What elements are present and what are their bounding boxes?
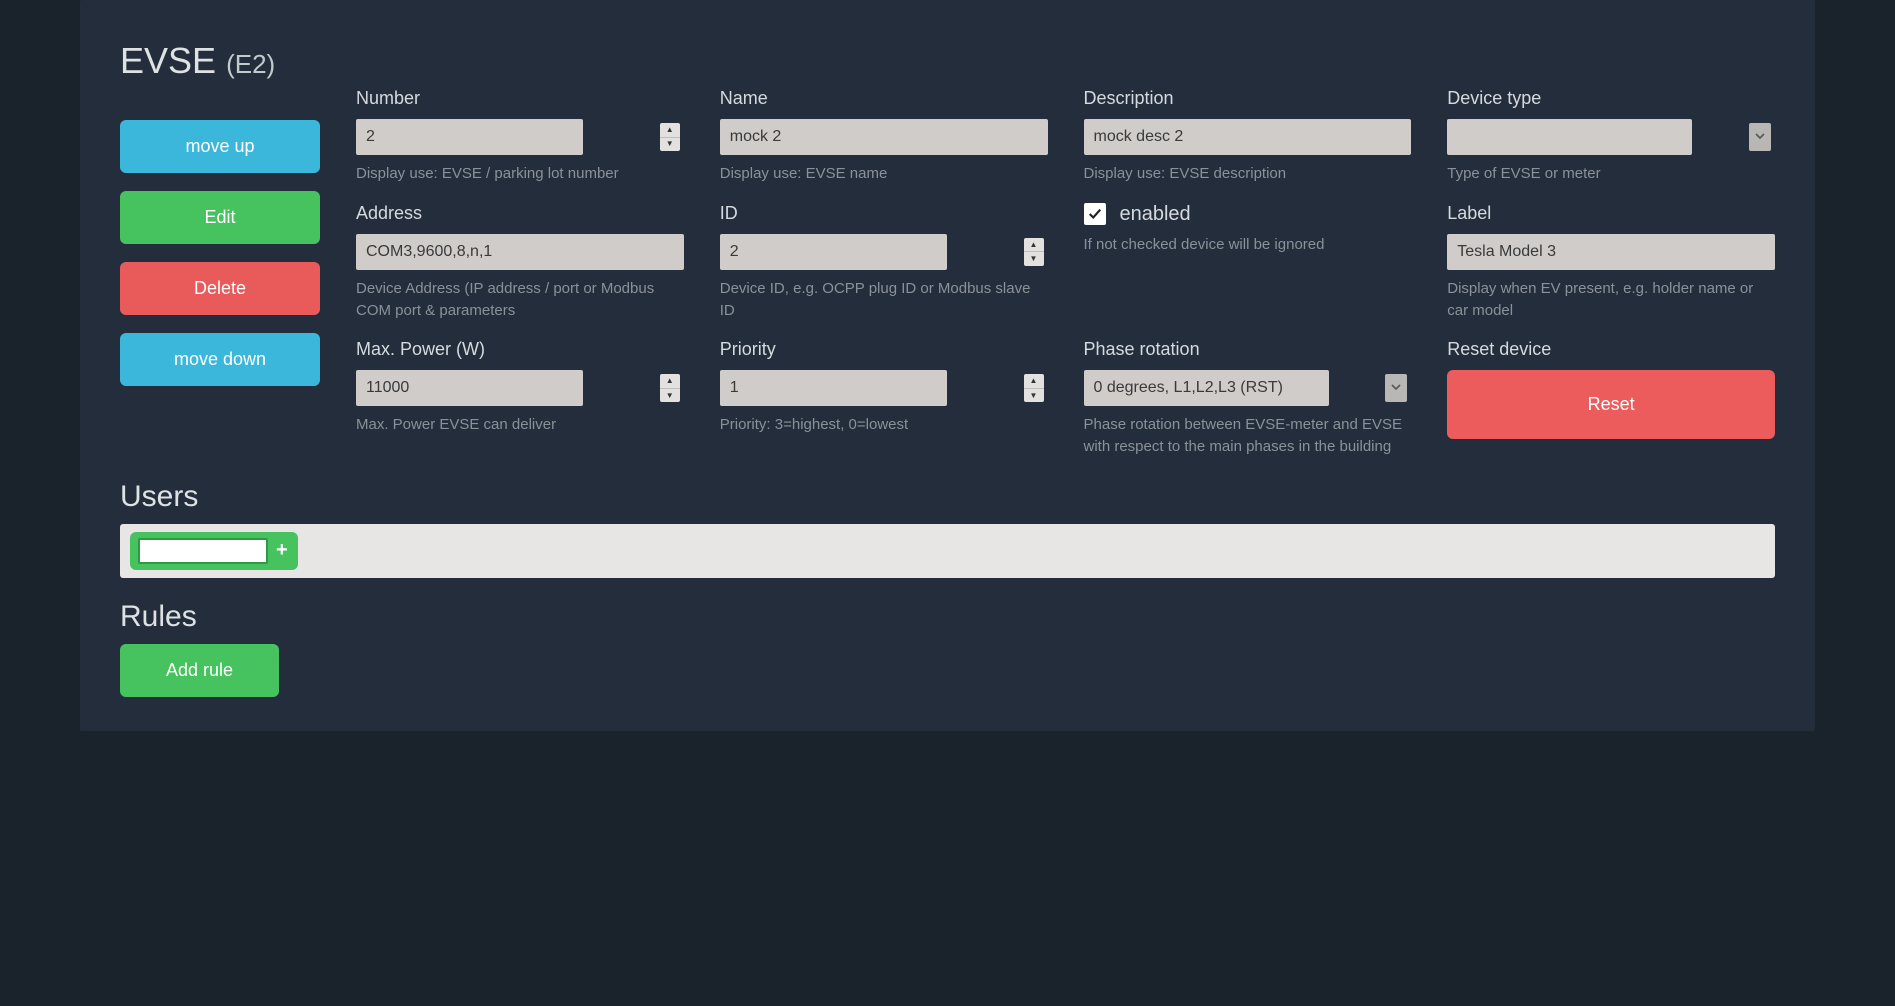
users-bar: + xyxy=(120,524,1775,578)
description-label: Description xyxy=(1084,88,1412,109)
chevron-down-icon xyxy=(1755,128,1765,146)
device-type-label: Device type xyxy=(1447,88,1775,109)
field-phase-rotation: Phase rotation Phase rotation between EV… xyxy=(1084,339,1412,458)
id-help: Device ID, e.g. OCPP plug ID or Modbus s… xyxy=(720,278,1048,322)
field-reset-device: Reset device Reset xyxy=(1447,339,1775,439)
evse-config-panel: EVSE (E2) move up Edit Delete move down … xyxy=(80,0,1815,731)
number-label: Number xyxy=(356,88,684,109)
delete-button[interactable]: Delete xyxy=(120,262,320,315)
max-power-help: Max. Power EVSE can deliver xyxy=(356,414,684,436)
max-power-spinner[interactable]: ▲▼ xyxy=(660,374,680,402)
name-label: Name xyxy=(720,88,1048,109)
spinner-down-icon[interactable]: ▼ xyxy=(660,389,680,403)
description-help: Display use: EVSE description xyxy=(1084,163,1412,185)
spinner-up-icon[interactable]: ▲ xyxy=(1024,238,1044,253)
field-name: Name Display use: EVSE name xyxy=(720,88,1048,185)
enabled-help: If not checked device will be ignored xyxy=(1084,234,1412,256)
id-label: ID xyxy=(720,203,1048,224)
enabled-checkbox[interactable] xyxy=(1084,203,1106,225)
field-description: Description Display use: EVSE descriptio… xyxy=(1084,88,1412,185)
edit-button[interactable]: Edit xyxy=(120,191,320,244)
enabled-label: enabled xyxy=(1120,203,1191,226)
add-user-widget: + xyxy=(130,532,298,570)
new-user-input[interactable] xyxy=(138,538,268,564)
check-icon xyxy=(1088,207,1102,221)
spinner-down-icon[interactable]: ▼ xyxy=(660,138,680,152)
move-down-button[interactable]: move down xyxy=(120,333,320,386)
spinner-up-icon[interactable]: ▲ xyxy=(660,123,680,138)
field-label: Label Display when EV present, e.g. hold… xyxy=(1447,203,1775,322)
max-power-label: Max. Power (W) xyxy=(356,339,684,360)
phase-label: Phase rotation xyxy=(1084,339,1412,360)
add-user-button[interactable]: + xyxy=(274,539,290,562)
name-help: Display use: EVSE name xyxy=(720,163,1048,185)
title-sub: (E2) xyxy=(226,49,275,79)
field-address: Address Device Address (IP address / por… xyxy=(356,203,684,322)
number-spinner[interactable]: ▲▼ xyxy=(660,123,680,151)
field-enabled: enabled If not checked device will be ig… xyxy=(1084,203,1412,256)
spinner-up-icon[interactable]: ▲ xyxy=(660,374,680,389)
priority-help: Priority: 3=highest, 0=lowest xyxy=(720,414,1048,436)
phase-help: Phase rotation between EVSE-meter and EV… xyxy=(1084,414,1412,458)
address-label: Address xyxy=(356,203,684,224)
max-power-input[interactable] xyxy=(356,370,583,406)
phase-select[interactable] xyxy=(1084,370,1329,406)
spinner-down-icon[interactable]: ▼ xyxy=(1024,389,1044,403)
number-help: Display use: EVSE / parking lot number xyxy=(356,163,684,185)
priority-input[interactable] xyxy=(720,370,947,406)
name-input[interactable] xyxy=(720,119,1048,155)
title-main: EVSE xyxy=(120,40,216,81)
id-input[interactable] xyxy=(720,234,947,270)
page-title: EVSE (E2) xyxy=(120,40,1775,82)
spinner-down-icon[interactable]: ▼ xyxy=(1024,252,1044,266)
description-input[interactable] xyxy=(1084,119,1412,155)
device-type-help: Type of EVSE or meter xyxy=(1447,163,1775,185)
device-type-select[interactable] xyxy=(1447,119,1692,155)
reset-button[interactable]: Reset xyxy=(1447,370,1775,439)
move-up-button[interactable]: move up xyxy=(120,120,320,173)
priority-label: Priority xyxy=(720,339,1048,360)
side-actions: move up Edit Delete move down xyxy=(120,88,320,386)
add-rule-button[interactable]: Add rule xyxy=(120,644,279,697)
address-help: Device Address (IP address / port or Mod… xyxy=(356,278,684,322)
label-label: Label xyxy=(1447,203,1775,224)
field-id: ID ▲▼ Device ID, e.g. OCPP plug ID or Mo… xyxy=(720,203,1048,322)
priority-spinner[interactable]: ▲▼ xyxy=(1024,374,1044,402)
address-input[interactable] xyxy=(356,234,684,270)
rules-section-title: Rules xyxy=(120,600,1775,634)
chevron-down-icon xyxy=(1391,379,1401,397)
field-number: Number ▲▼ Display use: EVSE / parking lo… xyxy=(356,88,684,185)
id-spinner[interactable]: ▲▼ xyxy=(1024,238,1044,266)
users-section-title: Users xyxy=(120,480,1775,514)
label-input[interactable] xyxy=(1447,234,1775,270)
field-device-type: Device type Type of EVSE or meter xyxy=(1447,88,1775,185)
spinner-up-icon[interactable]: ▲ xyxy=(1024,374,1044,389)
number-input[interactable] xyxy=(356,119,583,155)
reset-label: Reset device xyxy=(1447,339,1775,360)
label-help: Display when EV present, e.g. holder nam… xyxy=(1447,278,1775,322)
field-max-power: Max. Power (W) ▲▼ Max. Power EVSE can de… xyxy=(356,339,684,436)
field-priority: Priority ▲▼ Priority: 3=highest, 0=lowes… xyxy=(720,339,1048,436)
